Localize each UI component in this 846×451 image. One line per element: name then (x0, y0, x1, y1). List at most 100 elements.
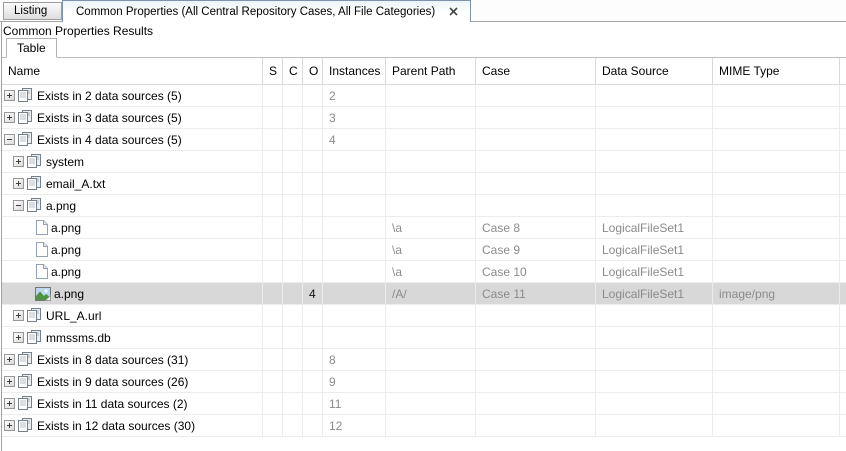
tree-toggle-plus-icon[interactable] (4, 420, 15, 431)
table-body: Exists in 2 data sources (5)2 Exists in … (2, 85, 846, 437)
name-cell: Exists in 4 data sources (5) (2, 129, 263, 150)
tree-toggle-plus-icon[interactable] (4, 398, 15, 409)
row-name-label: Exists in 12 data sources (30) (37, 419, 195, 433)
table-row[interactable]: Exists in 12 data sources (30) 12 (2, 415, 846, 437)
cell-o (303, 415, 323, 436)
cell-instances: 9 (323, 371, 386, 392)
cell-filler (840, 239, 846, 260)
cell-case (476, 173, 596, 194)
cell-mime-type (713, 151, 840, 172)
cell-c (283, 371, 303, 392)
column-header-o[interactable]: O (303, 58, 323, 84)
table-row[interactable]: system (2, 151, 846, 173)
row-name-label: a.png (51, 221, 81, 235)
cell-mime-type (713, 129, 840, 150)
tree-toggle-minus-icon[interactable] (4, 134, 15, 145)
name-cell: email_A.txt (2, 173, 263, 194)
tab-table[interactable]: Table (6, 38, 57, 58)
column-header-s[interactable]: S (263, 58, 283, 84)
cell-instances: 12 (323, 415, 386, 436)
table-row[interactable]: a.png\aCase 8LogicalFileSet1 (2, 217, 846, 239)
column-header-instances[interactable]: Instances (323, 58, 386, 84)
close-tab-icon[interactable] (449, 7, 458, 16)
cell-parent-path (386, 85, 476, 106)
cell-c (283, 151, 303, 172)
table-row[interactable]: Exists in 4 data sources (5)4 (2, 129, 846, 151)
cell-parent-path: /A/ (386, 283, 476, 304)
cell-parent-path (386, 393, 476, 414)
file-group-icon (17, 110, 34, 125)
tree-toggle-plus-icon[interactable] (4, 376, 15, 387)
tree-toggle-plus-icon[interactable] (13, 178, 24, 189)
cell-data-source: LogicalFileSet1 (596, 261, 713, 282)
table-row[interactable]: URL_A.url (2, 305, 846, 327)
file-group-icon (17, 352, 34, 367)
table-row[interactable]: a.png\aCase 10LogicalFileSet1 (2, 261, 846, 283)
column-header-c[interactable]: C (283, 58, 303, 84)
document-tab-bar: Listing Common Properties (All Central R… (0, 0, 846, 22)
cell-instances (323, 327, 386, 348)
cell-c (283, 195, 303, 216)
table-row-selected[interactable]: a.png4/A/Case 11LogicalFileSet1image/png (2, 283, 846, 305)
cell-parent-path (386, 305, 476, 326)
column-header-name[interactable]: Name (2, 58, 263, 84)
view-tab-strip: Table (2, 38, 846, 58)
column-header-case[interactable]: Case (476, 58, 596, 84)
row-name-label: a.png (51, 265, 81, 279)
cell-o (303, 239, 323, 260)
cell-mime-type (713, 371, 840, 392)
row-name-label: email_A.txt (46, 177, 105, 191)
tree-toggle-minus-icon[interactable] (13, 200, 24, 211)
cell-data-source (596, 195, 713, 216)
cell-o (303, 129, 323, 150)
cell-mime-type: image/png (713, 283, 840, 304)
tree-toggle-plus-icon[interactable] (4, 112, 15, 123)
table-row[interactable]: Exists in 8 data sources (31)8 (2, 349, 846, 371)
cell-filler (840, 283, 846, 304)
cell-data-source: LogicalFileSet1 (596, 283, 713, 304)
tree-toggle-plus-icon[interactable] (13, 310, 24, 321)
table-row[interactable]: Exists in 9 data sources (26)9 (2, 371, 846, 393)
cell-s (263, 349, 283, 370)
cell-instances (323, 217, 386, 238)
name-cell: Exists in 2 data sources (5) (2, 85, 263, 106)
table-row[interactable]: a.png\aCase 9LogicalFileSet1 (2, 239, 846, 261)
cell-filler (840, 151, 846, 172)
cell-instances (323, 283, 386, 304)
cell-data-source: LogicalFileSet1 (596, 239, 713, 260)
table-row[interactable]: Exists in 3 data sources (5)3 (2, 107, 846, 129)
name-cell: system (2, 151, 263, 172)
table-row[interactable]: Exists in 11 data sources (2)11 (2, 393, 846, 415)
row-name-label: system (46, 155, 84, 169)
tab-listing[interactable]: Listing (3, 2, 62, 20)
cell-c (283, 349, 303, 370)
table-row[interactable]: a.png (2, 195, 846, 217)
cell-filler (840, 217, 846, 238)
cell-case (476, 415, 596, 436)
column-header-data-source[interactable]: Data Source (596, 58, 713, 84)
table-row[interactable]: Exists in 2 data sources (5)2 (2, 85, 846, 107)
cell-s (263, 85, 283, 106)
cell-parent-path (386, 327, 476, 348)
tree-toggle-plus-icon[interactable] (13, 332, 24, 343)
cell-filler (840, 393, 846, 414)
cell-filler (840, 195, 846, 216)
file-icon (35, 264, 48, 279)
tree-toggle-plus-icon[interactable] (4, 354, 15, 365)
cell-instances (323, 239, 386, 260)
file-group-icon (26, 154, 43, 169)
table-row[interactable]: mmssms.db (2, 327, 846, 349)
column-header-parent-path[interactable]: Parent Path (386, 58, 476, 84)
tree-toggle-plus-icon[interactable] (13, 156, 24, 167)
cell-filler (840, 85, 846, 106)
tab-common-properties[interactable]: Common Properties (All Central Repositor… (62, 0, 471, 22)
cell-s (263, 393, 283, 414)
table-row[interactable]: email_A.txt (2, 173, 846, 195)
file-group-icon (26, 198, 43, 213)
column-header-mime-type[interactable]: MIME Type (713, 58, 840, 84)
row-name-label: Exists in 2 data sources (5) (37, 89, 182, 103)
tree-toggle-plus-icon[interactable] (4, 90, 15, 101)
common-properties-panel: Common Properties Results Table Name S C… (1, 22, 846, 451)
file-group-icon (17, 132, 34, 147)
cell-filler (840, 305, 846, 326)
